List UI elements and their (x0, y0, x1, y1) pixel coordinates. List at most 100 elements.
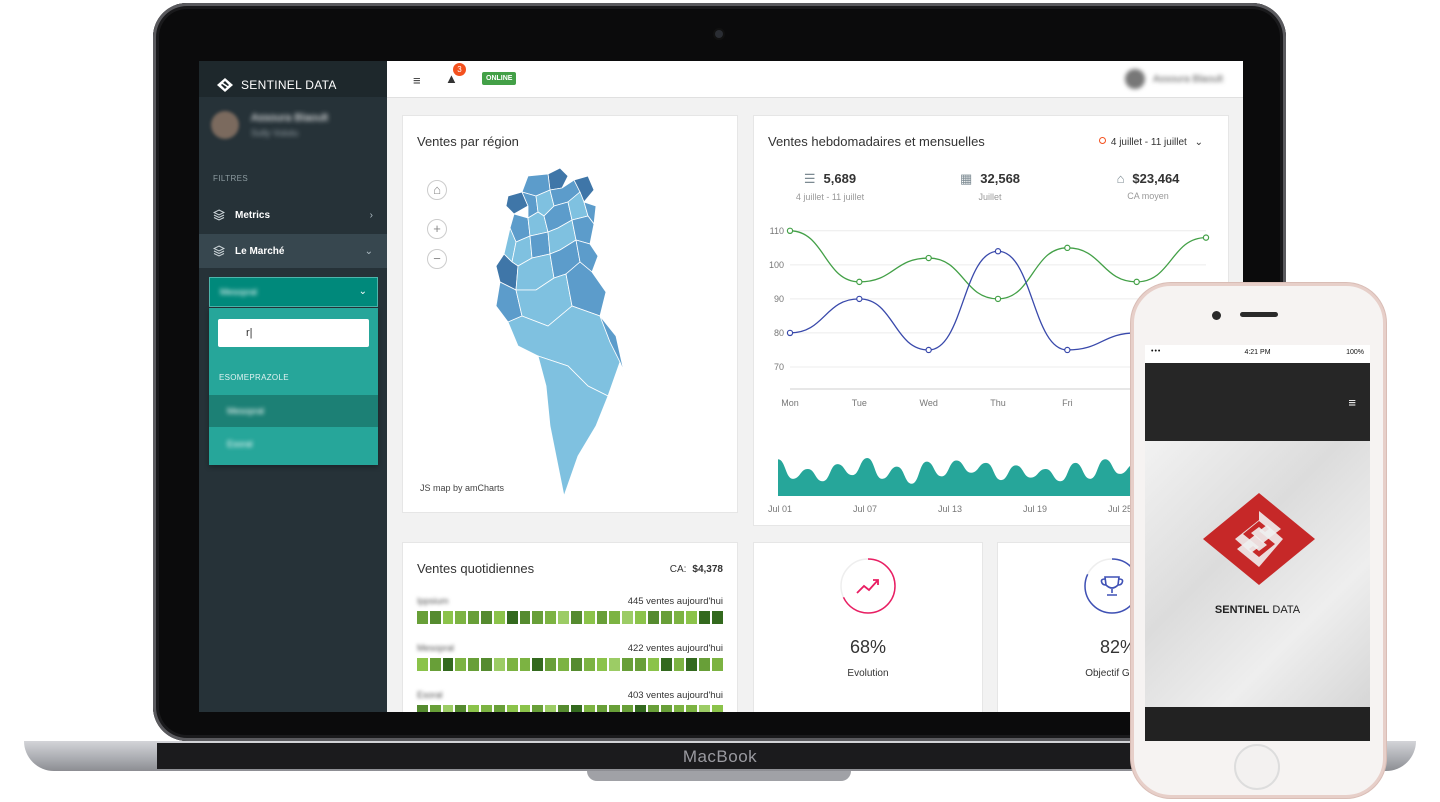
heat-cell (468, 611, 480, 624)
alert-button[interactable]: ▲ 3 (445, 63, 466, 86)
kpi-label: Evolution (847, 668, 889, 679)
home-icon[interactable]: ⌂ (427, 180, 447, 200)
data-point[interactable] (994, 295, 1002, 303)
map-card: Ventes par région ⌂ + − JS map by amChar… (402, 115, 738, 513)
data-point[interactable] (856, 278, 863, 286)
y-tick-label: 70 (774, 362, 784, 372)
user-menu[interactable]: Assoura Blaoult (1124, 69, 1223, 89)
product-select[interactable]: Mesopral ⌄ (209, 277, 378, 307)
data-point[interactable] (786, 329, 794, 337)
data-point[interactable] (1133, 278, 1140, 286)
heat-cell (532, 705, 544, 712)
heat-cell (506, 705, 518, 712)
brand-bold: SENTINEL (1214, 604, 1270, 616)
card-title: Ventes quotidiennes (417, 561, 535, 576)
heat-cell (545, 705, 557, 712)
layers-icon (213, 245, 225, 257)
dropdown-option[interactable]: Esoral (209, 428, 378, 460)
zoom-out-button[interactable]: − (427, 249, 447, 269)
heat-cell (712, 705, 723, 712)
heat-cell (712, 658, 723, 671)
filters-section-label: FILTRES (213, 174, 249, 183)
heat-cell (442, 611, 454, 624)
x-tick-label: Jul 19 (1023, 504, 1047, 514)
x-tick-label: Fri (1062, 398, 1073, 408)
heat-cell (417, 705, 428, 712)
menu-icon[interactable]: ≡ (413, 73, 421, 88)
x-tick-label: Jul 13 (938, 504, 962, 514)
x-tick-label: Jul 25 (1108, 504, 1132, 514)
data-point[interactable] (925, 254, 932, 262)
heat-cell (647, 611, 659, 624)
y-tick-label: 100 (769, 260, 784, 270)
heat-cell (506, 611, 518, 624)
heat-cell (699, 658, 711, 671)
option-label: Mesopral (227, 406, 265, 416)
heat-cell (583, 611, 595, 624)
menu-icon[interactable]: ≡ (1348, 395, 1356, 410)
logo-icon (217, 78, 233, 92)
heat-cell (635, 611, 646, 624)
heat-cell (545, 658, 557, 671)
date-range-picker[interactable]: 4 juillet - 11 juillet ⌄ (1098, 137, 1203, 148)
phone-hero: SENTINEL DATA (1145, 441, 1370, 707)
heat-cell (583, 658, 595, 671)
data-point[interactable] (994, 248, 1002, 255)
heat-cell (622, 658, 634, 671)
map-credit[interactable]: JS map by amCharts (420, 483, 504, 493)
select-value: Mesopral (220, 287, 258, 297)
dropdown-search-input[interactable]: r| (218, 319, 369, 347)
data-point[interactable] (1064, 244, 1071, 252)
sidebar-item-le-marche[interactable]: Le Marché ⌄ (199, 234, 387, 268)
battery-level: 100% (1346, 349, 1364, 356)
heat-cell (635, 705, 646, 712)
heat-cell (442, 705, 454, 712)
phone-home-button[interactable] (1234, 744, 1280, 790)
heat-cell (673, 611, 685, 624)
heat-cell (699, 611, 711, 624)
brand-light: DATA (1269, 604, 1301, 616)
stat-label: 4 juillet - 11 juillet (795, 192, 865, 202)
heat-cell (506, 658, 518, 671)
user-subtitle: Sully Vulutu (251, 128, 299, 138)
data-point[interactable] (856, 295, 863, 303)
x-tick-label: Jul 01 (768, 504, 792, 514)
data-point[interactable] (786, 227, 794, 235)
sidebar-item-metrics[interactable]: Metrics › (199, 198, 387, 232)
heat-cell (647, 658, 659, 671)
heat-cell (558, 658, 569, 671)
laptop-camera (715, 30, 723, 38)
data-point[interactable] (1202, 234, 1210, 241)
sentinel-logo-icon (1203, 493, 1315, 585)
product-name: Ippsium (417, 596, 449, 606)
y-tick-label: 110 (770, 226, 784, 236)
heat-cell (660, 611, 672, 624)
zoom-in-button[interactable]: + (427, 219, 447, 239)
heat-bar (417, 611, 723, 624)
dropdown-option[interactable]: Mesopral (209, 395, 378, 427)
avatar (1124, 69, 1145, 89)
heat-cell (455, 658, 467, 671)
sales-count: 422 ventes aujourd'hui (627, 643, 723, 654)
heat-cell (609, 611, 621, 624)
y-tick-label: 80 (774, 328, 784, 338)
topbar: ≡ ▲ 3 ONLINE Assoura Blaoult (387, 61, 1243, 98)
data-point[interactable] (1064, 346, 1071, 354)
option-group-label: ESOMEPRAZOLE (219, 373, 289, 382)
heat-cell (647, 705, 659, 712)
x-tick-label: Mon (781, 398, 799, 408)
phone-camera (1212, 311, 1221, 320)
map-region[interactable] (529, 231, 551, 259)
list-icon: ☰ (803, 171, 816, 186)
status-badge: ONLINE (482, 72, 517, 85)
sales-count: 403 ventes aujourd'hui (627, 690, 723, 701)
stat-value: 5,689 (823, 171, 857, 186)
daily-revenue: CA: $4,378 (670, 564, 723, 575)
product-name: Esoral (417, 690, 443, 700)
data-point[interactable] (925, 346, 932, 354)
user-profile[interactable]: Assoura Blaoult Sully Vulutu (211, 111, 328, 139)
region-map[interactable] (488, 166, 638, 498)
heat-cell (622, 705, 634, 712)
brand-logo[interactable]: SENTINEL DATA (217, 71, 337, 99)
card-title: Ventes par région (417, 134, 519, 149)
